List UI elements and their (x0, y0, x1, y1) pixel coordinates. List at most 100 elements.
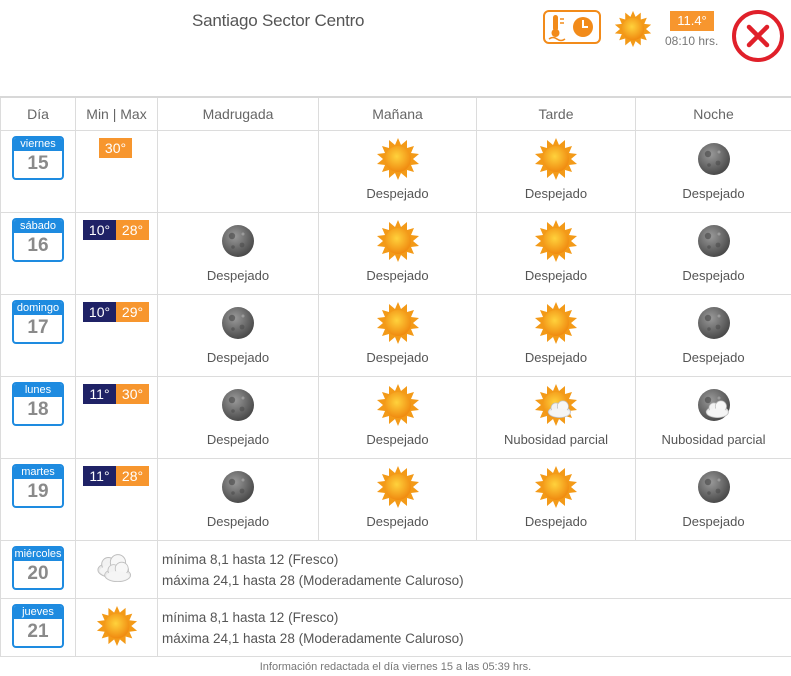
table-row: jueves 21 mínima 8,1 hasta 12 (Fresco) m… (0, 598, 791, 657)
close-icon[interactable] (731, 9, 785, 63)
cell-madrugada: Despejado (157, 458, 319, 541)
min-max: 11° 30° (83, 384, 157, 404)
cell-madrugada: Despejado (157, 212, 319, 295)
table-row: lunes 18 11° 30° Despejado Despejado Nub… (0, 376, 791, 459)
col-header-madrugada: Madrugada (157, 96, 319, 131)
moon-icon (222, 307, 254, 339)
min-temp: 10° (83, 220, 116, 240)
day-name: domingo (14, 302, 62, 315)
condition-text: Despejado (206, 432, 270, 447)
condition-text: Despejado (682, 268, 745, 283)
condition-text: Despejado (206, 268, 270, 283)
moon-cloud-icon (697, 389, 730, 421)
min-temp: 10° (83, 302, 116, 322)
calendar-badge: martes 19 (12, 464, 64, 508)
condition-text: Nubosidad parcial (661, 432, 766, 447)
cell-tarde: Despejado (476, 294, 636, 377)
max-temp: 30° (116, 384, 149, 404)
condition-text: Despejado (206, 350, 270, 365)
calendar-badge: viernes 15 (12, 136, 64, 180)
location-title: Santiago Sector Centro (192, 11, 365, 30)
condition-text: Despejado (206, 514, 270, 529)
sun-icon (376, 384, 419, 426)
cell-noche: Despejado (635, 130, 791, 213)
day-date: 21 (27, 621, 49, 642)
day-name: viernes (14, 138, 62, 151)
max-temp: 28° (116, 220, 149, 240)
sun-cloud-icon (535, 384, 577, 426)
cloud-icon (96, 554, 131, 583)
cell-manana: Despejado (318, 376, 477, 459)
cell-noche: Nubosidad parcial (635, 376, 791, 459)
table-row: sábado 16 10° 28° Despejado Despejado De… (0, 212, 791, 295)
table-row: domingo 17 10° 29° Despejado Despejado D… (0, 294, 791, 377)
condition-text: Despejado (366, 186, 429, 201)
cell-manana: Despejado (318, 212, 477, 295)
sun-icon (535, 220, 577, 262)
summary-min: mínima 8,1 hasta 12 (Fresco) (162, 610, 339, 625)
calendar-badge: miércoles 20 (12, 546, 64, 590)
sun-icon (535, 138, 577, 180)
day-date: 20 (27, 563, 49, 584)
current-time: 08:10 hrs. (665, 34, 719, 48)
sun-icon (376, 466, 419, 508)
day-date: 16 (27, 235, 49, 256)
condition-text: Despejado (366, 514, 429, 529)
cell-manana: Despejado (318, 458, 477, 541)
col-header-noche: Noche (635, 96, 791, 131)
col-header-minmax: Min | Max (75, 96, 158, 131)
sun-icon (535, 466, 577, 508)
moon-icon (697, 143, 730, 175)
col-header-manana: Mañana (318, 96, 477, 131)
summary-max: máxima 24,1 hasta 28 (Moderadamente Calu… (162, 631, 464, 646)
cell-tarde: Despejado (476, 458, 636, 541)
condition-text: Despejado (682, 186, 745, 201)
current-temp-badge: 11.4° (670, 11, 714, 31)
max-temp: 30° (99, 138, 132, 158)
col-header-day: Día (0, 96, 76, 131)
table-header-row: Día Min | Max Madrugada Mañana Tarde Noc… (0, 96, 791, 131)
cell-madrugada: Despejado (157, 376, 319, 459)
day-date: 19 (27, 481, 49, 502)
moon-icon (697, 471, 730, 503)
condition-text: Nubosidad parcial (503, 432, 609, 447)
calendar-badge: lunes 18 (12, 382, 64, 426)
sun-icon (376, 302, 419, 344)
day-name: martes (14, 466, 62, 479)
sun-icon (376, 138, 419, 180)
table-row: miércoles 20 mínima 8,1 hasta 12 (Fresco… (0, 540, 791, 599)
day-name: miércoles (14, 548, 62, 561)
condition-text: Despejado (682, 514, 745, 529)
header: Santiago Sector Centro 11.4° 08:10 hrs. (0, 0, 791, 90)
extended-summary: mínima 8,1 hasta 12 (Fresco) máxima 24,1… (157, 598, 791, 657)
cell-noche: Despejado (635, 294, 791, 377)
min-max: 10° 29° (83, 302, 157, 322)
thermometer-clock-icon[interactable] (543, 10, 601, 44)
cell-madrugada: Despejado (157, 294, 319, 377)
moon-icon (222, 389, 254, 421)
min-temp: 11° (83, 466, 116, 486)
col-header-tarde: Tarde (476, 96, 636, 131)
min-max: 10° 28° (83, 220, 157, 240)
extended-summary: mínima 8,1 hasta 12 (Fresco) máxima 24,1… (157, 540, 791, 599)
summary-max: máxima 24,1 hasta 28 (Moderadamente Calu… (162, 573, 464, 588)
moon-icon (222, 225, 254, 257)
day-date: 17 (27, 317, 49, 338)
moon-icon (697, 225, 730, 257)
day-name: sábado (14, 220, 62, 233)
footer-note: Información redactada el día viernes 15 … (259, 661, 532, 673)
day-date: 18 (27, 399, 49, 420)
condition-text: Despejado (524, 268, 588, 283)
condition-text: Despejado (366, 268, 429, 283)
cell-manana: Despejado (318, 130, 477, 213)
sun-icon (535, 302, 577, 344)
sun-icon (614, 10, 652, 48)
cell-madrugada (157, 130, 319, 213)
cell-noche: Despejado (635, 212, 791, 295)
table-row: viernes 15 30° Despejado Despejado Despe… (0, 130, 791, 213)
cell-tarde: Despejado (476, 130, 636, 213)
cell-tarde: Nubosidad parcial (476, 376, 636, 459)
min-max: 11° 28° (83, 466, 157, 486)
moon-icon (697, 307, 730, 339)
calendar-badge: jueves 21 (12, 604, 64, 648)
